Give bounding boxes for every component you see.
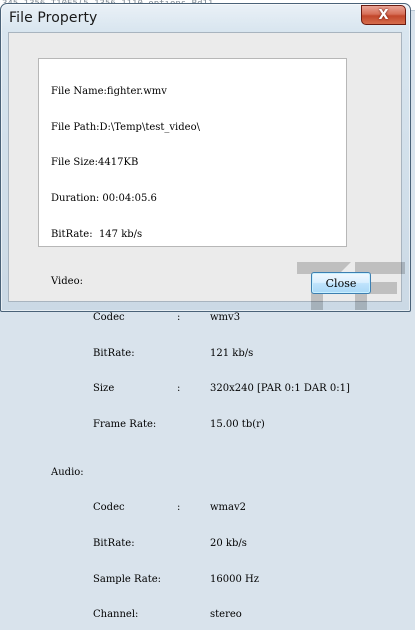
duration-text: Duration: 00:04:05.6 (51, 192, 157, 204)
file-name-row: File Name:fighter.wmv (51, 86, 346, 98)
duration-row: Duration: 00:04:05.6 (51, 193, 346, 205)
audio-codec-value: wmav2 (210, 502, 247, 514)
audio-channel-sep (177, 609, 210, 621)
audio-bitrate-sep (177, 538, 210, 550)
video-codec-sep: : (177, 311, 181, 323)
audio-samplerate-sep (177, 574, 210, 586)
file-path-row: File Path:D:\Temp\test_video\ (51, 122, 346, 134)
bitrate-row: BitRate: 147 kb/s (51, 229, 346, 241)
window-title: File Property (9, 10, 98, 26)
video-bitrate-value: 121 kb/s (210, 347, 254, 359)
audio-channel-row: Channel: stereo (51, 609, 346, 621)
audio-channel-label: Channel: (93, 609, 139, 621)
file-size-row: File Size:4417KB (51, 157, 346, 169)
video-codec-label: Codec (93, 311, 125, 323)
video-size-sep: : (177, 383, 181, 395)
video-codec-value: wmv3 (210, 311, 241, 323)
file-property-dialog: File Property X File Name:fighter.wmv Fi… (0, 3, 411, 620)
video-framerate-sep (177, 419, 210, 431)
video-bitrate-label: BitRate: (93, 347, 135, 359)
video-framerate-value: 15.00 tb(r) (210, 419, 265, 431)
close-x-icon: X (378, 7, 389, 23)
close-button[interactable]: Close (311, 272, 371, 294)
file-name-text: File Name:fighter.wmv (51, 85, 167, 97)
audio-bitrate-value: 20 kb/s (210, 538, 247, 550)
audio-codec-sep: : (177, 502, 181, 514)
audio-samplerate-value: 16000 Hz (210, 573, 259, 585)
video-bitrate-sep (177, 348, 210, 360)
bitrate-text: BitRate: 147 kb/s (51, 228, 143, 240)
video-bitrate-row: BitRate: 121 kb/s (51, 348, 346, 360)
window-close-button[interactable]: X (361, 5, 406, 25)
video-heading: Video: (51, 276, 83, 288)
file-path-text: File Path:D:\Temp\test_video\ (51, 121, 200, 133)
audio-heading-row: Audio: (51, 467, 346, 479)
video-size-value: 320x240 [PAR 0:1 DAR 0:1] (210, 383, 350, 395)
audio-codec-row: Codec: wmav2 (51, 502, 346, 514)
property-panel: File Name:fighter.wmv File Path:D:\Temp\… (38, 58, 350, 620)
audio-samplerate-label: Sample Rate: (93, 573, 162, 585)
audio-codec-label: Codec (93, 502, 125, 514)
video-framerate-label: Frame Rate: (93, 419, 157, 431)
audio-bitrate-row: BitRate: 20 kb/s (51, 538, 346, 550)
file-size-text: File Size:4417KB (51, 157, 139, 169)
video-framerate-row: Frame Rate: 15.00 tb(r) (51, 419, 346, 431)
audio-heading: Audio: (51, 466, 84, 478)
video-size-row: Size: 320x240 [PAR 0:1 DAR 0:1] (51, 383, 350, 395)
audio-bitrate-label: BitRate: (93, 538, 135, 550)
video-size-label: Size (93, 383, 115, 395)
audio-samplerate-row: Sample Rate: 16000 Hz (51, 574, 346, 586)
audio-channel-value: stereo (210, 609, 242, 621)
